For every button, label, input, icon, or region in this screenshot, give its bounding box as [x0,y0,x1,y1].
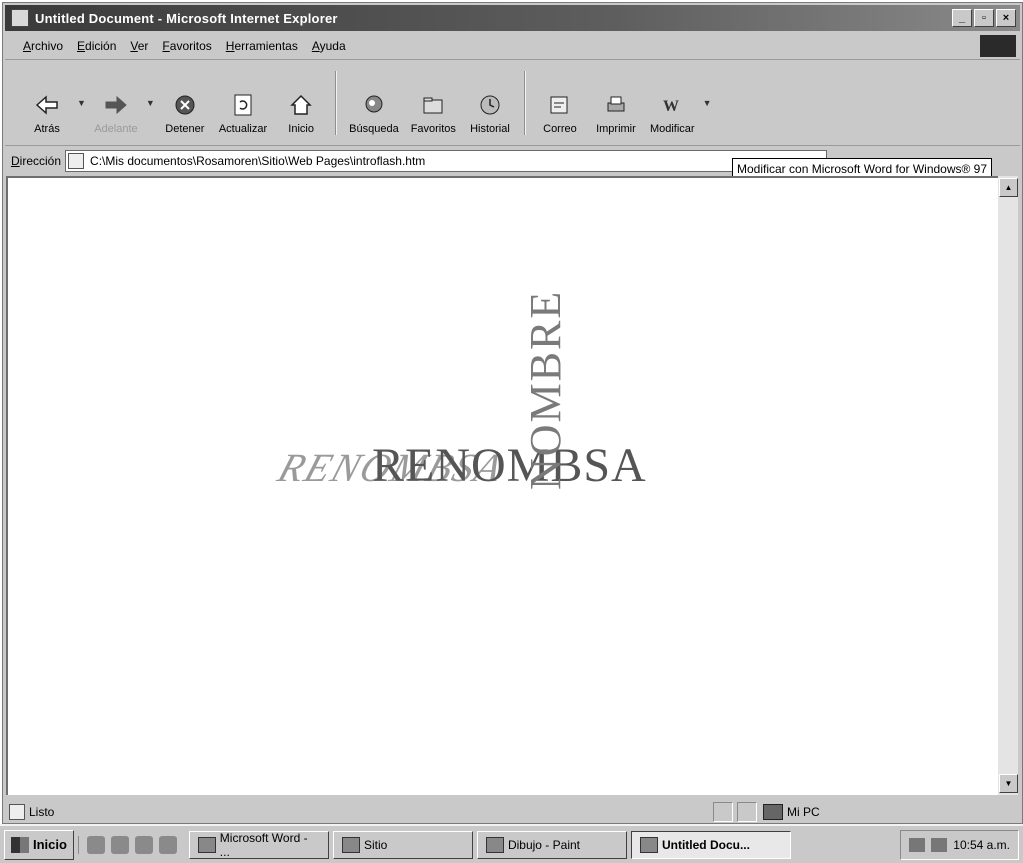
close-button[interactable]: × [996,9,1016,27]
windows-taskbar: Inicio Microsoft Word - ... Sitio Dibujo… [0,824,1023,863]
favorites-label: Favoritos [410,123,456,135]
word-icon: W [660,93,684,117]
task-label: Untitled Docu... [661,837,750,852]
menu-herramientas[interactable]: Herramientas [226,39,298,53]
address-label: Dirección [11,154,62,168]
window-controls: _ ▫ × [952,9,1016,27]
menu-ayuda[interactable]: Ayuda [312,39,346,53]
refresh-icon [231,93,255,117]
clock[interactable]: 10:54 a.m. [953,838,1010,852]
edit-with-word-button[interactable]: W Modificar [644,61,701,145]
volume-tray-icon[interactable] [931,837,948,852]
outlook-quicklaunch-icon[interactable] [110,835,129,854]
favorites-folder-icon [421,93,445,117]
word-task-icon [197,836,216,853]
scroll-down-icon[interactable]: ▼ [999,774,1018,793]
logo-vertical-text: NOMBRE [521,289,570,490]
home-icon [289,93,313,117]
folder-task-icon [341,836,360,853]
start-button[interactable]: Inicio [4,829,74,860]
ie-task-icon [639,836,658,853]
edit-dropdown-icon[interactable]: ▼ [703,98,712,108]
standard-toolbar: Atrás ▼ Adelante ▼ Detener Actualizar In… [5,61,1020,146]
page-icon [68,153,85,169]
search-button[interactable]: Búsqueda [343,61,405,145]
ie-icon [11,9,29,27]
zone-label: Mi PC [787,805,820,819]
vertical-scrollbar[interactable]: ▲ ▼ [998,176,1018,795]
computer-icon [763,804,783,820]
paint-task-icon [485,836,504,853]
task-label: Dibujo - Paint [507,837,580,852]
menu-archivo[interactable]: Archivo [23,39,63,53]
home-button[interactable]: Inicio [273,61,329,145]
search-globe-icon [362,93,386,117]
forward-button[interactable]: Adelante [88,61,144,145]
system-tray: 10:54 a.m. [900,829,1019,860]
address-input[interactable]: C:\Mis documentos\Rosamoren\Sitio\Web Pa… [65,150,828,172]
address-value: C:\Mis documentos\Rosamoren\Sitio\Web Pa… [90,154,426,168]
back-button[interactable]: Atrás [19,61,75,145]
stop-button[interactable]: Detener [157,61,213,145]
windows-flag-logo [980,35,1016,57]
status-bar: Listo Mi PC [5,801,1020,823]
forward-dropdown-icon[interactable]: ▼ [146,98,155,108]
history-label: Historial [470,123,510,135]
network-tray-icon[interactable] [909,837,926,852]
scroll-up-icon[interactable]: ▲ [999,178,1018,197]
task-label: Sitio [363,837,388,852]
print-label: Imprimir [596,123,636,135]
windows-logo-icon [11,836,29,853]
forward-arrow-icon [104,93,128,117]
channels-quicklaunch-icon[interactable] [158,835,177,854]
stop-label: Detener [165,123,205,135]
status-text: Listo [29,805,55,819]
search-label: Búsqueda [349,123,399,135]
task-paint[interactable]: Dibujo - Paint [476,830,627,859]
menu-bar: Archivo Edición Ver Favoritos Herramient… [5,33,1020,60]
toolbar-separator [523,71,526,135]
task-word[interactable]: Microsoft Word - ... [188,830,329,859]
mail-label: Correo [543,123,577,135]
printer-icon [604,93,628,117]
back-arrow-icon [35,93,59,117]
task-sitio[interactable]: Sitio [332,830,473,859]
mail-button[interactable]: Correo [532,61,588,145]
svg-text:W: W [663,98,679,115]
history-button[interactable]: Historial [462,61,518,145]
status-page-icon [9,804,25,820]
history-icon [478,93,502,117]
forward-label: Adelante [94,123,138,135]
quick-launch [77,835,185,854]
favorites-button[interactable]: Favoritos [405,61,462,145]
logo-main-text: RENOMBSA [372,439,647,492]
ie-quicklaunch-icon[interactable] [86,835,105,854]
menu-ver[interactable]: Ver [130,39,148,53]
flash-intro-logo: RENOMBSA RENOMBSA NOMBRE [273,290,750,570]
status-left: Listo [5,804,709,820]
window-title: Untitled Document - Microsoft Internet E… [35,10,338,26]
stop-icon [173,93,197,117]
back-label: Atrás [34,123,60,135]
home-label: Inicio [288,123,314,135]
refresh-label: Actualizar [218,123,268,135]
mail-icon [548,93,572,117]
start-label: Inicio [33,837,67,852]
menu-favoritos[interactable]: Favoritos [162,39,211,53]
status-panel [713,802,733,822]
task-ie[interactable]: Untitled Docu... [630,830,791,859]
print-button[interactable]: Imprimir [588,61,644,145]
desktop-quicklaunch-icon[interactable] [134,835,153,854]
minimize-button[interactable]: _ [952,9,972,27]
status-panel [737,802,757,822]
toolbar-separator [335,71,338,135]
title-bar[interactable]: Untitled Document - Microsoft Internet E… [5,5,1020,31]
task-label: Microsoft Word - ... [219,830,308,859]
maximize-button[interactable]: ▫ [974,9,994,27]
security-zone: Mi PC [757,804,826,820]
back-dropdown-icon[interactable]: ▼ [77,98,86,108]
edit-label: Modificar [649,123,695,135]
menu-edicion[interactable]: Edición [77,39,116,53]
refresh-button[interactable]: Actualizar [213,61,273,145]
